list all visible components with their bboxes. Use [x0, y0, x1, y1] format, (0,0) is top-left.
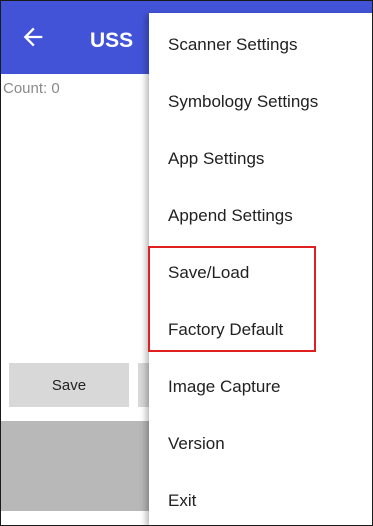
- save-button[interactable]: Save: [9, 363, 129, 407]
- menu-item-app-settings[interactable]: App Settings: [149, 130, 372, 187]
- arrow-left-icon[interactable]: [19, 23, 47, 51]
- annotation-highlight-box: [148, 246, 316, 352]
- phone-screen: USS Count: 0 Save Scanner Settings Symbo…: [0, 0, 373, 526]
- menu-item-version[interactable]: Version: [149, 415, 372, 472]
- count-label: Count: 0: [3, 80, 60, 97]
- menu-item-exit[interactable]: Exit: [149, 472, 372, 525]
- app-title: USS: [90, 29, 134, 52]
- menu-item-image-capture[interactable]: Image Capture: [149, 358, 372, 415]
- menu-item-scanner-settings[interactable]: Scanner Settings: [149, 16, 372, 73]
- menu-item-append-settings[interactable]: Append Settings: [149, 187, 372, 244]
- menu-item-symbology-settings[interactable]: Symbology Settings: [149, 73, 372, 130]
